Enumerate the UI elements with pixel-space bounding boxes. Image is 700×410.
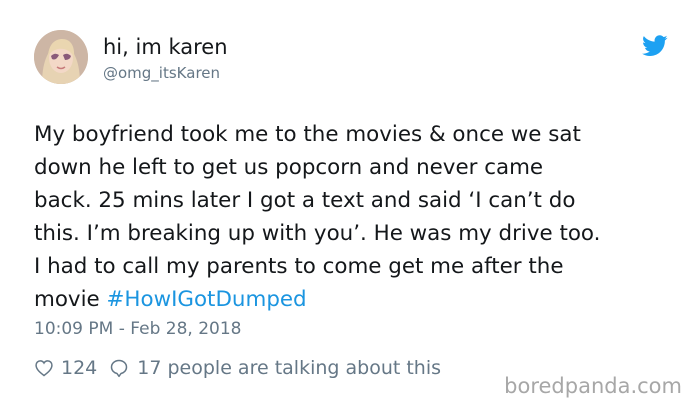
watermark: boredpanda.com <box>504 374 682 398</box>
avatar[interactable] <box>34 30 88 84</box>
heart-outline-icon[interactable] <box>34 358 54 378</box>
author-display-name[interactable]: hi, im karen <box>103 34 228 60</box>
tweet-text-line: My boyfriend took me to the movies & onc… <box>34 122 581 147</box>
twitter-bird-icon[interactable] <box>642 35 668 57</box>
tweet-text-line: down he left to get us popcorn and never… <box>34 155 544 180</box>
tweet-actions: 124 17 people are talking about this <box>34 355 441 381</box>
hashtag-link[interactable]: #HowIGotDumped <box>107 287 307 312</box>
avatar-image <box>34 30 88 84</box>
tweet-text-line: I had to call my parents to come get me … <box>34 254 564 279</box>
tweet-timestamp[interactable]: 10:09 PM - Feb 28, 2018 <box>34 318 241 340</box>
author-handle[interactable]: @omg_itsKaren <box>103 64 220 82</box>
tweet-text-line: this. I’m breaking up with you’. He was … <box>34 221 601 246</box>
tweet-text: My boyfriend took me to the movies & onc… <box>34 118 684 316</box>
talking-count-text[interactable]: 17 people are talking about this <box>137 357 441 379</box>
like-count: 124 <box>61 357 98 379</box>
tweet-card: hi, im karen @omg_itsKaren My boyfriend … <box>0 0 700 410</box>
speech-bubble-icon[interactable] <box>109 358 129 378</box>
tweet-text-line: movie <box>34 287 107 312</box>
tweet-text-line: back. 25 mins later I got a text and sai… <box>34 188 576 213</box>
